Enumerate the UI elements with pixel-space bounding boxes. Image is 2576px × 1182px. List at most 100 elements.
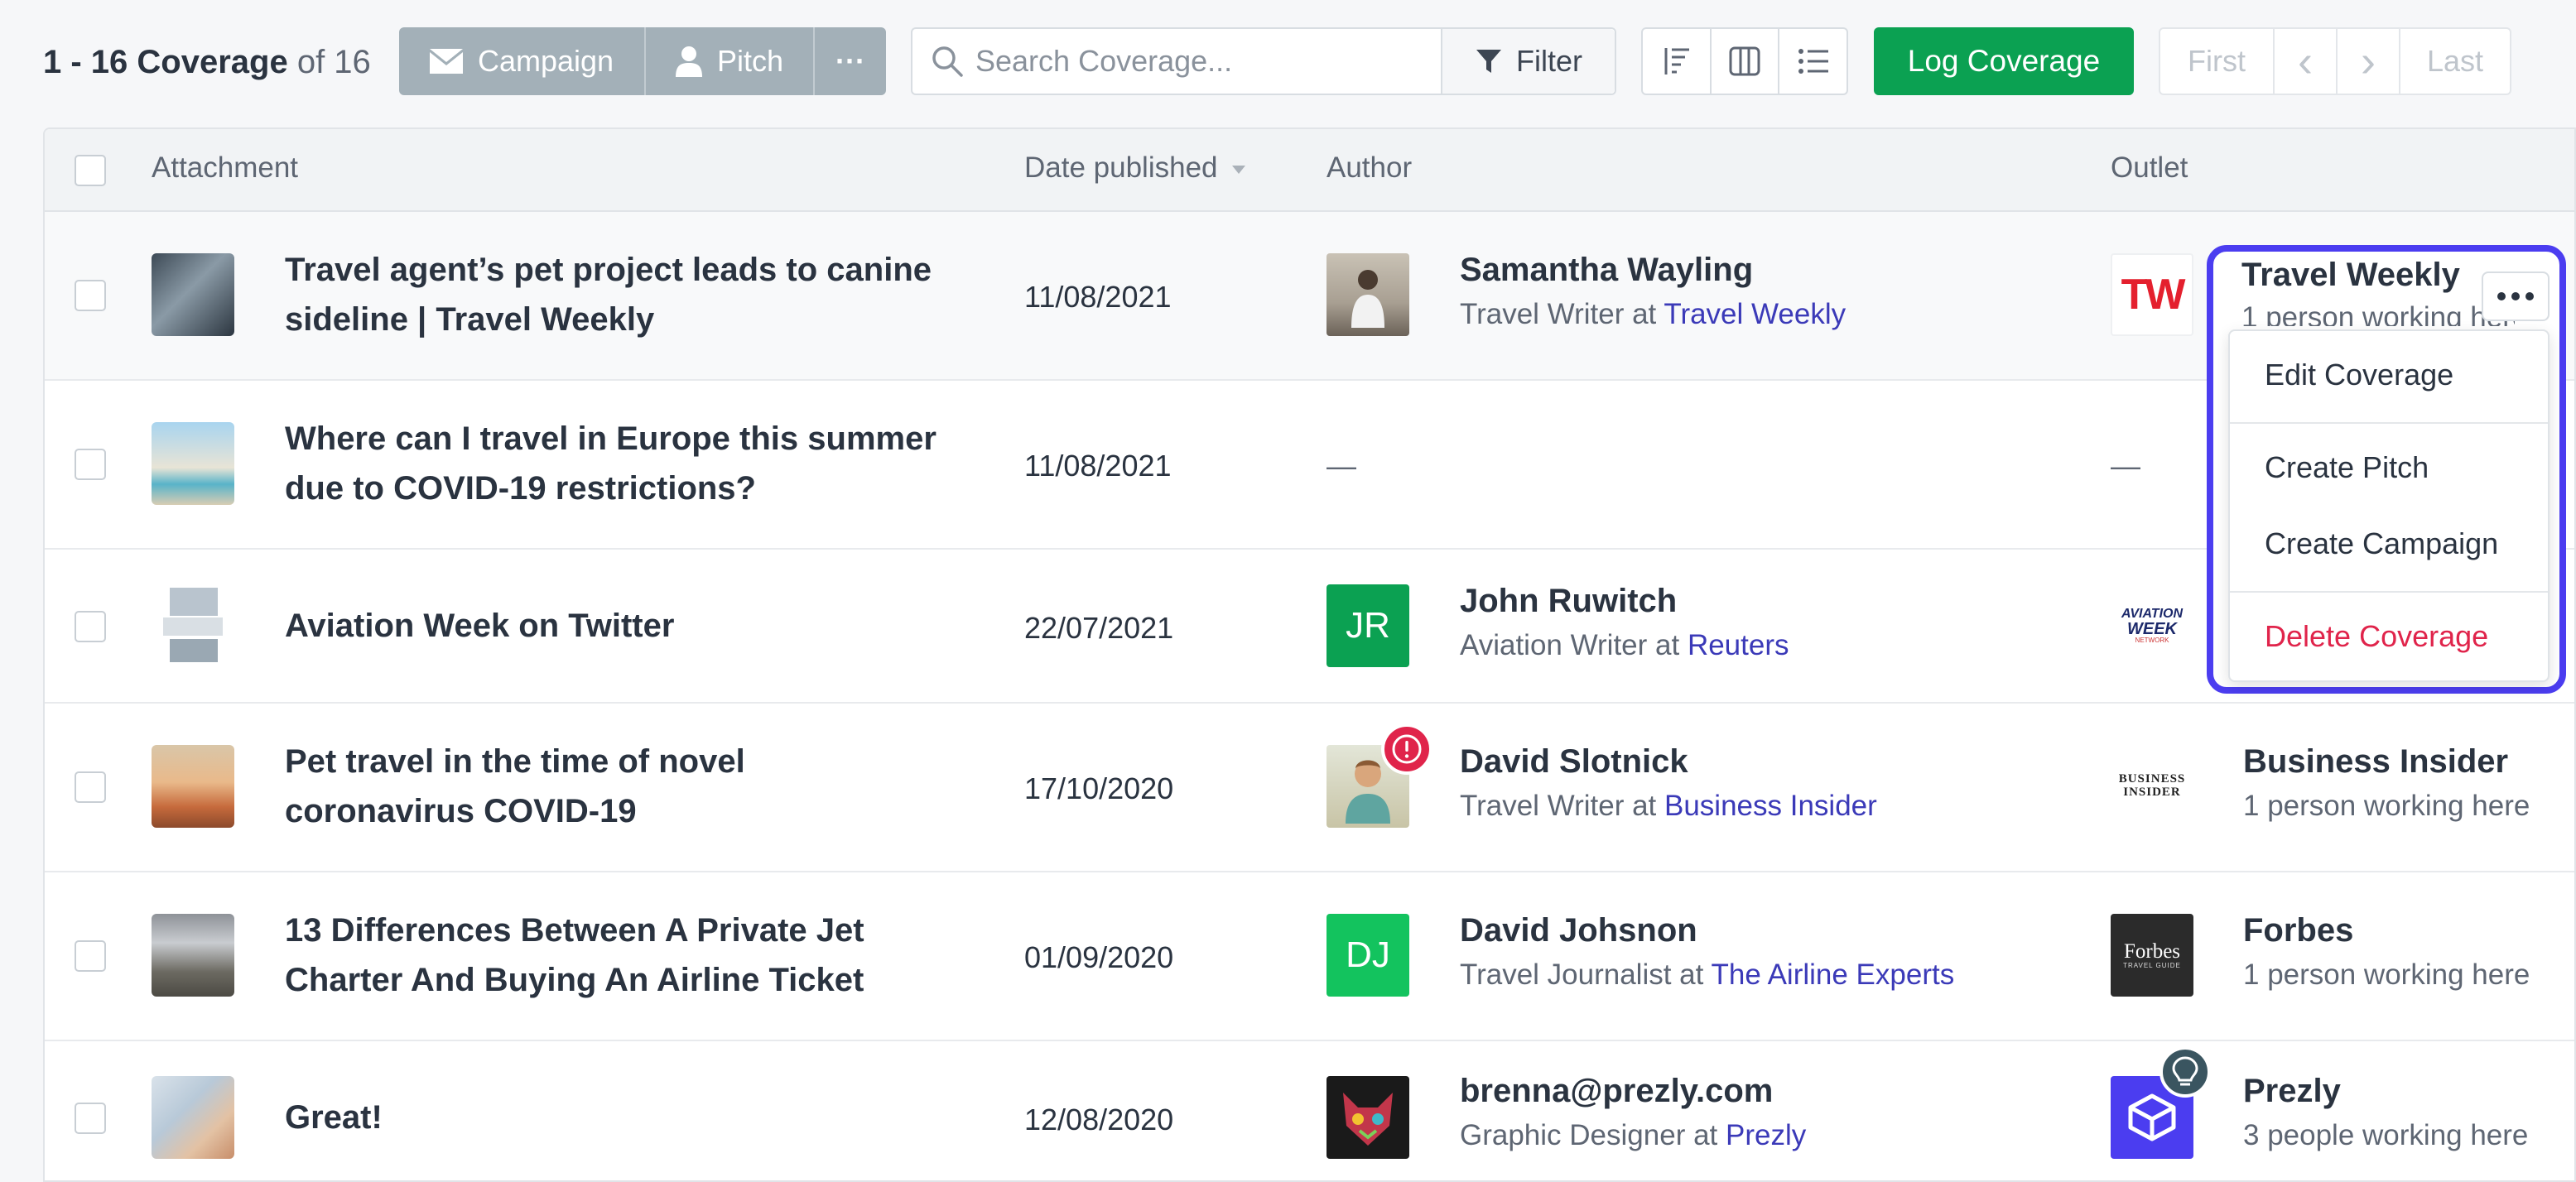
- column-header-date[interactable]: Date published: [1024, 151, 1247, 185]
- author-role: Aviation Writer at Reuters: [1460, 629, 1789, 661]
- alert-badge[interactable]: [1381, 723, 1432, 775]
- outlet-empty: —: [2111, 449, 2140, 483]
- author-role: Travel Writer at Business Insider: [1460, 790, 1877, 822]
- coverage-table: Attachment Date published Author Outlet …: [43, 127, 2576, 1182]
- columns-icon: [1729, 46, 1760, 76]
- row-checkbox[interactable]: [75, 449, 106, 480]
- outlet-logo: Forbes TRAVEL GUIDE: [2111, 914, 2193, 997]
- mask-avatar-icon: [1343, 1093, 1393, 1146]
- outlet-staff-count: 1 person working here: [2241, 301, 2515, 326]
- person-icon: [675, 46, 702, 77]
- menu-item-edit-coverage[interactable]: Edit Coverage: [2265, 358, 2453, 392]
- author-role: Travel Writer at Travel Weekly: [1460, 298, 1847, 330]
- outlet-name[interactable]: Travel Weekly: [2241, 257, 2460, 294]
- person-photo-icon: [1351, 270, 1384, 328]
- row-checkbox[interactable]: [75, 940, 106, 972]
- more-icon-dot: [2525, 292, 2534, 300]
- view-options: [1641, 27, 1848, 95]
- attachment-thumbnail: [152, 422, 234, 505]
- campaign-button[interactable]: Campaign: [399, 27, 644, 95]
- column-header-author: Author: [1327, 151, 1413, 184]
- author-name[interactable]: David Johsnon: [1460, 912, 1697, 949]
- prezly-logo-icon: [2128, 1093, 2176, 1141]
- date-published: 11/08/2021: [1024, 280, 1172, 314]
- row-checkbox[interactable]: [75, 280, 106, 311]
- row-checkbox[interactable]: [75, 771, 106, 803]
- list-icon: [1798, 49, 1828, 74]
- prev-page-button[interactable]: ‹: [2273, 29, 2336, 94]
- attachment-thumbnail: [152, 584, 234, 667]
- author-org-link[interactable]: Travel Weekly: [1664, 298, 1846, 330]
- coverage-title[interactable]: Where can I travel in Europe this summer…: [285, 414, 989, 513]
- outlet-logo: TW: [2111, 253, 2193, 336]
- sort-button[interactable]: [1643, 29, 1710, 94]
- last-page-button[interactable]: Last: [2399, 29, 2510, 94]
- filter-button[interactable]: Filter: [1441, 29, 1615, 94]
- author-role: Travel Journalist at The Airline Experts: [1460, 959, 1955, 991]
- outlet-name[interactable]: Prezly: [2243, 1073, 2341, 1110]
- menu-divider: [2230, 422, 2548, 424]
- row-checkbox[interactable]: [75, 1103, 106, 1134]
- outlet-name[interactable]: Business Insider: [2243, 743, 2508, 781]
- menu-item-create-pitch[interactable]: Create Pitch: [2265, 450, 2429, 485]
- table-row[interactable]: Aviation Week on Twitter 22/07/2021 JR J…: [45, 550, 2574, 704]
- first-page-button[interactable]: First: [2160, 29, 2273, 94]
- date-published: 01/09/2020: [1024, 940, 1174, 974]
- bulk-actions-group: Campaign Pitch ···: [399, 27, 886, 95]
- more-icon-dot: [2497, 292, 2506, 300]
- author-org-link[interactable]: The Airline Experts: [1711, 959, 1954, 991]
- coverage-title[interactable]: Great!: [285, 1093, 989, 1142]
- table-row[interactable]: Travel agent’s pet project leads to cani…: [45, 212, 2574, 381]
- coverage-title[interactable]: Pet travel in the time of novel coronavi…: [285, 737, 989, 836]
- row-actions-highlight: Travel Weekly 1 person working here Edit…: [2207, 245, 2566, 694]
- outlet-logo: BUSINESS INSIDER: [2111, 745, 2193, 828]
- lightbulb-badge[interactable]: [2160, 1046, 2211, 1098]
- search-input[interactable]: [964, 32, 1441, 90]
- toolbar: 1 - 16 Coverage of 16 Campaign Pitch ···…: [0, 0, 2576, 124]
- columns-button[interactable]: [1709, 29, 1779, 94]
- outlet-staff-count: 1 person working here: [2243, 959, 2530, 991]
- table-row[interactable]: Where can I travel in Europe this summer…: [45, 381, 2574, 550]
- author-empty: —: [1327, 449, 1356, 483]
- table-row[interactable]: Pet travel in the time of novel coronavi…: [45, 704, 2574, 872]
- date-published: 17/10/2020: [1024, 771, 1174, 805]
- menu-item-delete-coverage[interactable]: Delete Coverage: [2265, 619, 2488, 654]
- author-name[interactable]: David Slotnick: [1460, 743, 1688, 781]
- author-avatar: [1327, 253, 1409, 336]
- row-more-button[interactable]: [2482, 271, 2550, 321]
- lightbulb-icon: [2172, 1056, 2198, 1086]
- attachment-thumbnail: [152, 745, 234, 828]
- author-name[interactable]: John Ruwitch: [1460, 583, 1677, 620]
- author-org-link[interactable]: Prezly: [1726, 1119, 1806, 1151]
- author-org-link[interactable]: Business Insider: [1664, 790, 1877, 822]
- pitch-button[interactable]: Pitch: [644, 27, 813, 95]
- coverage-title[interactable]: 13 Differences Between A Private Jet Cha…: [285, 906, 989, 1005]
- list-view-button[interactable]: [1778, 29, 1847, 94]
- outlet-name[interactable]: Forbes: [2243, 912, 2353, 949]
- filter-icon: [1476, 50, 1501, 73]
- coverage-title[interactable]: Travel agent’s pet project leads to cani…: [285, 245, 989, 344]
- table-row[interactable]: Great! 12/08/2020 brenna@prezly.com Grap…: [45, 1041, 2574, 1180]
- sort-icon: [1664, 48, 1690, 74]
- table-row[interactable]: 13 Differences Between A Private Jet Cha…: [45, 872, 2574, 1041]
- envelope-icon: [429, 49, 463, 74]
- coverage-title[interactable]: Aviation Week on Twitter: [285, 601, 989, 651]
- author-initials-avatar: DJ: [1327, 914, 1409, 997]
- sort-arrow-icon: [1232, 165, 1246, 174]
- select-all-checkbox[interactable]: [75, 155, 106, 186]
- alert-icon: [1392, 734, 1422, 764]
- author-name[interactable]: brenna@prezly.com: [1460, 1073, 1773, 1110]
- menu-item-create-campaign[interactable]: Create Campaign: [2265, 526, 2498, 561]
- next-page-button[interactable]: ›: [2336, 29, 2399, 94]
- menu-divider: [2230, 591, 2548, 593]
- outlet-staff-count: 3 people working here: [2243, 1119, 2529, 1151]
- attachment-thumbnail: [152, 1076, 234, 1159]
- date-published: 11/08/2021: [1024, 449, 1172, 483]
- attachment-thumbnail: [152, 253, 234, 336]
- column-header-outlet: Outlet: [2111, 151, 2188, 184]
- author-org-link[interactable]: Reuters: [1688, 629, 1789, 661]
- author-name[interactable]: Samantha Wayling: [1460, 252, 1753, 289]
- more-actions-button[interactable]: ···: [813, 27, 886, 95]
- log-coverage-button[interactable]: Log Coverage: [1874, 27, 2134, 95]
- row-checkbox[interactable]: [75, 611, 106, 642]
